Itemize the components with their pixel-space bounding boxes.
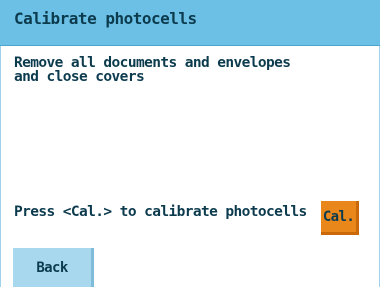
page-title: Calibrate photocells: [14, 9, 197, 28]
calibrate-photocells-screen: Calibrate photocells Remove all document…: [0, 0, 380, 287]
instruction-line-2: and close covers: [14, 69, 145, 85]
back-button[interactable]: Back: [13, 248, 94, 287]
instruction-text: Remove all documents and envelopes and c…: [14, 55, 314, 85]
screen-header: Calibrate photocells: [0, 0, 380, 46]
calibrate-button[interactable]: Cal.: [321, 201, 359, 235]
instruction-line-1: Remove all documents and envelopes: [14, 55, 291, 71]
calibrate-prompt: Press <Cal.> to calibrate photocells: [14, 204, 307, 220]
